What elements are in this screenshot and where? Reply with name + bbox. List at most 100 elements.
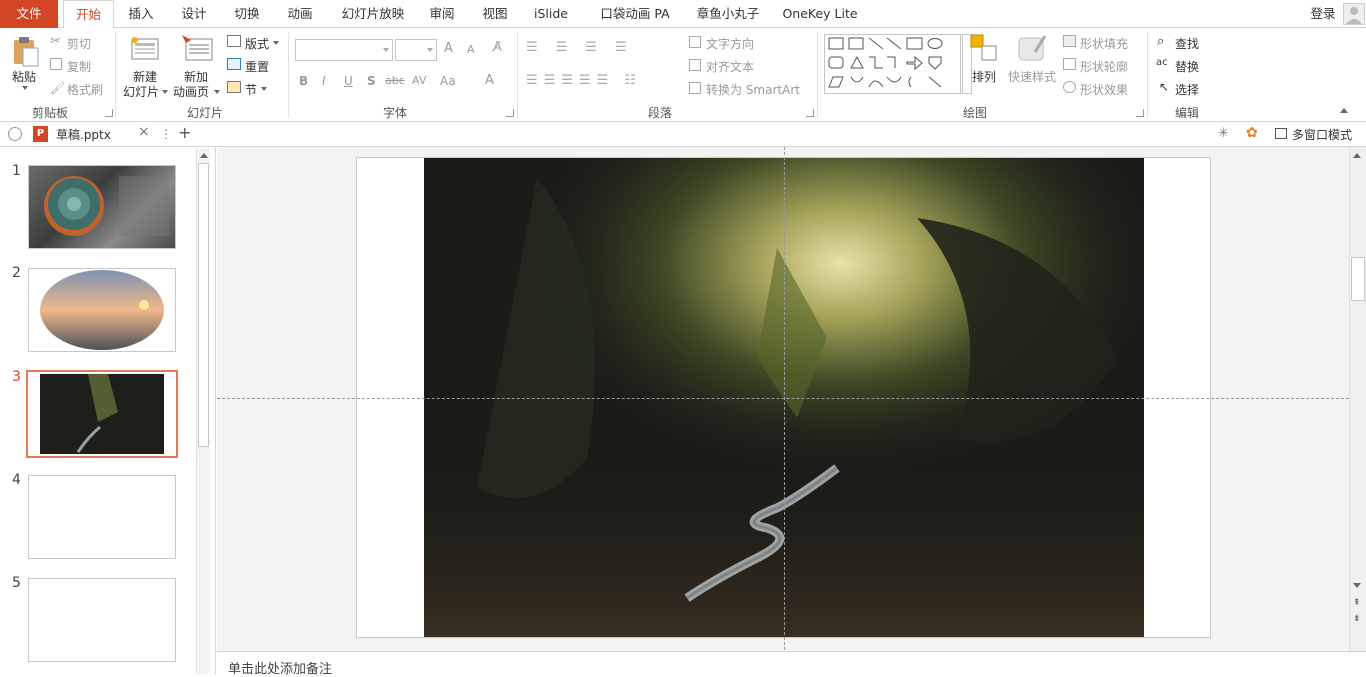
thumbnail-scrollbar[interactable] — [196, 149, 210, 674]
tab-octopus[interactable]: 章鱼小丸子 — [688, 0, 768, 28]
tab-animations[interactable]: 动画 — [277, 0, 323, 28]
scroll-thumb[interactable] — [1351, 257, 1365, 301]
font-name-combo[interactable] — [295, 39, 393, 61]
tab-file[interactable]: 文件 — [0, 0, 58, 28]
layout-dropdown-icon[interactable] — [273, 41, 279, 45]
forest-path-image — [28, 372, 176, 456]
more-vertical-icon[interactable]: ⋮ — [160, 127, 172, 141]
copy-button[interactable]: 复制 — [67, 58, 91, 75]
layout-icon — [227, 35, 241, 47]
scroll-thumb[interactable] — [198, 163, 209, 447]
cut-button[interactable]: 剪切 — [67, 35, 91, 52]
horizontal-guide[interactable] — [217, 398, 1349, 399]
tab-islide[interactable]: iSlide — [528, 0, 574, 28]
paste-icon[interactable] — [12, 36, 40, 71]
tab-review[interactable]: 审阅 — [419, 0, 465, 28]
pin-icon[interactable]: ✳ — [1218, 126, 1229, 141]
quick-styles-button[interactable]: 快速样式 — [1008, 68, 1056, 85]
editing-group-label: 编辑 — [1174, 106, 1199, 120]
font-size-combo[interactable] — [395, 39, 437, 61]
shadow-button[interactable]: S — [367, 74, 376, 88]
notes-placeholder[interactable]: 单击此处添加备注 — [228, 658, 332, 677]
grow-font-button[interactable]: A — [444, 41, 453, 56]
section-button[interactable]: 节 — [245, 81, 257, 98]
slide-thumbnail-4[interactable] — [28, 475, 176, 559]
document-tab-title[interactable]: 草稿.pptx — [56, 126, 111, 143]
find-button[interactable]: 查找 — [1175, 35, 1199, 52]
shape-outline-button[interactable]: 形状轮廓 — [1080, 58, 1128, 75]
clipboard-launcher-icon[interactable] — [105, 109, 113, 117]
shrink-font-button[interactable]: A — [467, 43, 475, 56]
tab-transitions[interactable]: 切换 — [224, 0, 270, 28]
tab-slideshow[interactable]: 幻灯片放映 — [333, 0, 413, 28]
replace-button[interactable]: 替换 — [1175, 58, 1199, 75]
slide-number: 3 — [12, 369, 21, 385]
format-painter-button[interactable]: 格式刷 — [67, 81, 103, 98]
paragraph-launcher-icon[interactable] — [806, 109, 814, 117]
add-tab-button[interactable]: + — [178, 123, 191, 142]
italic-button[interactable]: I — [322, 74, 326, 88]
new-slide-button[interactable]: 幻灯片 — [123, 83, 159, 100]
slide-vertical-scrollbar[interactable]: ⇞ ⇟ — [1349, 147, 1366, 651]
font-launcher-icon[interactable] — [506, 109, 514, 117]
paste-button[interactable]: 粘贴 — [12, 68, 36, 85]
slide-thumbnail-1[interactable] — [28, 165, 176, 249]
underline-button[interactable]: U — [344, 74, 353, 88]
reset-button[interactable]: 重置 — [245, 58, 269, 75]
shape-fill-icon — [1063, 35, 1076, 47]
shape-effects-button[interactable]: 形状效果 — [1080, 81, 1128, 98]
login-link[interactable]: 登录 — [1305, 0, 1341, 28]
gear-icon[interactable]: ✿ — [1246, 125, 1258, 141]
close-tab-icon[interactable]: × — [138, 124, 150, 140]
paste-dropdown-icon[interactable] — [22, 86, 28, 90]
scroll-down-icon[interactable] — [1353, 583, 1361, 588]
scroll-up-icon[interactable] — [1353, 153, 1361, 158]
quick-styles-icon[interactable] — [1017, 34, 1047, 67]
slide-thumbnail-3-selected[interactable] — [26, 370, 178, 458]
next-slide-icon[interactable]: ⇟ — [1353, 615, 1361, 624]
pptx-file-icon: P — [33, 126, 48, 142]
scroll-up-icon[interactable] — [200, 153, 208, 158]
text-direction-button[interactable]: 文字方向 — [706, 35, 754, 52]
new-slide-dropdown-icon[interactable] — [162, 90, 168, 94]
section-dropdown-icon[interactable] — [261, 87, 267, 91]
slide-thumbnail-5[interactable] — [28, 578, 176, 662]
slide-thumbnail-2[interactable] — [28, 268, 176, 352]
change-case-button[interactable]: Aa — [440, 74, 456, 88]
multi-window-button[interactable]: 多窗口模式 — [1292, 126, 1352, 143]
tab-home[interactable]: 开始 — [63, 0, 114, 29]
drawing-launcher-icon[interactable] — [1136, 109, 1144, 117]
collapse-ribbon-icon[interactable] — [1340, 108, 1348, 113]
clear-format-icon[interactable]: A̸ — [493, 40, 502, 55]
strikethrough-button[interactable]: abc — [385, 74, 405, 87]
align-icons[interactable]: ☰☰☰☰☰ ☷ — [526, 73, 642, 88]
char-spacing-button[interactable]: AV — [412, 74, 426, 87]
document-tab-bar: P 草稿.pptx × ⋮ + ✳ ✿ 多窗口模式 — [0, 122, 1366, 147]
arrange-button[interactable]: 排列 — [972, 68, 996, 85]
new-animation-page-button[interactable]: 动画页 — [173, 83, 209, 100]
home-icon[interactable] — [8, 127, 22, 141]
convert-smartart-button[interactable]: 转换为 SmartArt — [706, 81, 800, 98]
align-text-button[interactable]: 对齐文本 — [706, 58, 754, 75]
new-slide-icon[interactable] — [131, 36, 161, 65]
arrange-icon[interactable] — [970, 34, 998, 65]
ribbon: 粘贴 ✂ 剪切 复制 🖌 格式刷 剪贴板 新建 幻灯片 新加 动画页 版式 重置… — [0, 28, 1366, 122]
new-animation-page-icon[interactable] — [181, 34, 213, 65]
bold-button[interactable]: B — [299, 74, 308, 88]
list-icons[interactable]: ☰☰☰☰ — [526, 40, 645, 55]
font-color-button[interactable]: A — [485, 73, 494, 88]
new-animation-dropdown-icon[interactable] — [214, 90, 220, 94]
select-button[interactable]: 选择 — [1175, 81, 1199, 98]
tab-design[interactable]: 设计 — [171, 0, 217, 28]
previous-slide-icon[interactable]: ⇞ — [1353, 599, 1361, 608]
notes-pane[interactable]: 单击此处添加备注 — [217, 651, 1366, 677]
layout-button[interactable]: 版式 — [245, 35, 269, 52]
tab-onekey[interactable]: OneKey Lite — [777, 0, 863, 28]
tab-view[interactable]: 视图 — [472, 0, 518, 28]
avatar[interactable] — [1343, 3, 1365, 25]
tab-insert[interactable]: 插入 — [118, 0, 164, 28]
shape-gallery[interactable] — [824, 34, 961, 94]
tab-pocket-animation[interactable]: 口袋动画 PA — [590, 0, 680, 28]
binoculars-icon: ⌕ — [1157, 34, 1165, 49]
shape-fill-button[interactable]: 形状填充 — [1080, 35, 1128, 52]
